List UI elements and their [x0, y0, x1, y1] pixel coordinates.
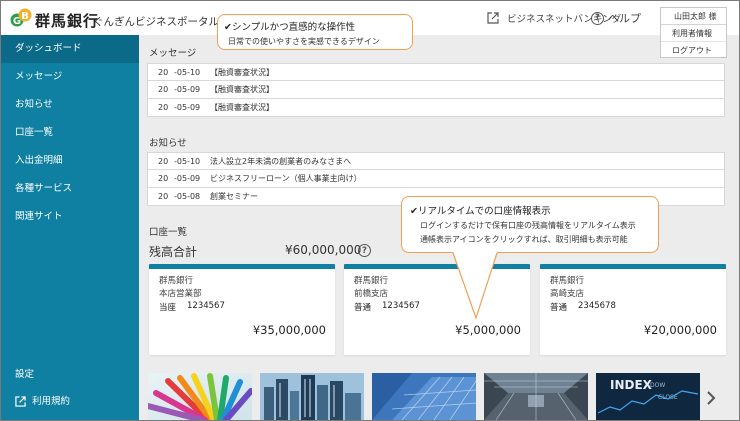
- callout-realtime-title: ✔リアルタイムでの口座情報表示: [410, 206, 551, 217]
- banner-colored-pencils[interactable]: [148, 373, 252, 420]
- banner-glass-building[interactable]: [372, 373, 476, 420]
- banner-stock-index[interactable]: INDEX DOW CLOSE: [596, 373, 700, 420]
- notices-title: お知らせ: [149, 138, 187, 149]
- sidebar: ダッシュボード メッセージ お知らせ 口座一覧 入出金明細 各種サービス 関連サ…: [1, 35, 139, 420]
- user-menu: 山田太郎 様 利用者情報 ログアウト: [660, 7, 727, 58]
- help-circle-icon: ?: [591, 11, 604, 25]
- messages-title: メッセージ: [149, 48, 197, 59]
- callout-usability: ✔シンプルかつ直感的な操作性 日常での使いやすさを実感できるデザイン: [217, 14, 413, 50]
- message-row[interactable]: 20 -05-10 【融資審査状況】: [147, 63, 725, 81]
- sidebar-item-terms[interactable]: 利用規約: [1, 388, 139, 416]
- total-balance-value: ¥60,000,000: [285, 243, 362, 257]
- portal-name: ぐんぎんビジネスポータル: [93, 16, 219, 28]
- total-balance-label: 残高合計: [149, 245, 198, 259]
- messages-list: 20 -05-10 【融資審査状況】 20 -05-09 【融資審査状況】 20 -05-…: [147, 63, 725, 117]
- notice-row[interactable]: 20 -05-10 法人設立2年未満の創業者のみなさまへ: [147, 152, 725, 170]
- callout-realtime-desc-2: 通帳表示アイコンをクリックすれば、取引明細も表示可能: [420, 235, 628, 244]
- message-row[interactable]: 20 -05-09 【融資審査状況】: [147, 81, 725, 99]
- card-account-number: 1234567: [382, 301, 420, 311]
- banner-office-hall[interactable]: [484, 373, 588, 420]
- external-link-icon: [487, 12, 499, 24]
- external-link-icon: [15, 396, 26, 407]
- card-account-number: 2345678: [578, 301, 616, 311]
- callout-usability-desc: 日常での使いやすさを実感できるデザイン: [228, 37, 380, 46]
- card-branch: 本店営業部: [159, 289, 202, 299]
- card-account-type: 普通: [550, 303, 568, 313]
- sidebar-item-notices[interactable]: お知らせ: [1, 91, 139, 119]
- callout-realtime-desc-1: ログインするだけで保有口座の残高情報をリアルタイム表示: [420, 221, 636, 230]
- help-circle-icon[interactable]: ?: [358, 244, 371, 257]
- card-bank: 群馬銀行: [354, 276, 389, 286]
- notice-row[interactable]: 20 -05-09 ビジネスフリーローン（個人事業主向け）: [147, 170, 725, 188]
- chevron-right-icon[interactable]: [706, 391, 716, 405]
- card-bank: 群馬銀行: [159, 276, 194, 286]
- accounts-title: 口座一覧: [149, 227, 188, 238]
- card-account-type: 普通: [354, 303, 372, 313]
- message-row[interactable]: 20 -05-09 【融資審査状況】: [147, 99, 725, 117]
- sidebar-item-services[interactable]: 各種サービス: [1, 175, 139, 203]
- logout-link[interactable]: ログアウト: [661, 42, 726, 59]
- account-card[interactable]: 群馬銀行 本店営業部 当座 1234567 ¥35,000,000: [149, 264, 335, 355]
- banner-city-skyline[interactable]: [260, 373, 364, 420]
- terms-label: 利用規約: [32, 396, 71, 407]
- card-branch: 前橋支店: [354, 289, 389, 299]
- sidebar-item-settings[interactable]: 設定: [1, 361, 139, 389]
- sidebar-item-messages[interactable]: メッセージ: [1, 63, 139, 91]
- account-card[interactable]: 群馬銀行 前橋支店 普通 1234567 ¥5,000,000: [344, 264, 530, 355]
- banner-index-text: INDEX: [610, 378, 653, 392]
- sidebar-item-accounts[interactable]: 口座一覧: [1, 119, 139, 147]
- help-link[interactable]: ? ヘルプ: [591, 10, 641, 26]
- svg-text:B: B: [21, 11, 29, 22]
- card-balance: ¥35,000,000: [252, 323, 326, 337]
- bank-logo-text[interactable]: 群馬銀行: [35, 10, 99, 31]
- callout-realtime: ✔リアルタイムでの口座情報表示 ログインするだけで保有口座の残高情報をリアルタイ…: [401, 196, 659, 253]
- card-bank: 群馬銀行: [550, 276, 585, 286]
- help-label: ヘルプ: [608, 12, 641, 25]
- callout-usability-title: ✔シンプルかつ直感的な操作性: [224, 22, 356, 33]
- gb-logo-icon: G B: [10, 8, 32, 27]
- card-branch: 高崎支店: [550, 289, 585, 299]
- card-account-type: 当座: [159, 303, 177, 313]
- card-balance: ¥5,000,000: [455, 323, 521, 337]
- sidebar-item-transactions[interactable]: 入出金明細: [1, 147, 139, 175]
- card-account-number: 1234567: [187, 301, 225, 311]
- sidebar-item-dashboard[interactable]: ダッシュボード: [1, 35, 139, 63]
- banner-carousel: INDEX DOW CLOSE: [148, 373, 720, 420]
- sidebar-item-related-sites[interactable]: 関連サイト: [1, 203, 139, 231]
- card-balance: ¥20,000,000: [643, 323, 717, 337]
- user-name: 山田太郎 様: [661, 8, 726, 25]
- user-info-link[interactable]: 利用者情報: [661, 25, 726, 42]
- account-card[interactable]: 群馬銀行 高崎支店 普通 2345678 ¥20,000,000: [540, 264, 726, 355]
- banner-dow-text: DOW: [650, 382, 665, 389]
